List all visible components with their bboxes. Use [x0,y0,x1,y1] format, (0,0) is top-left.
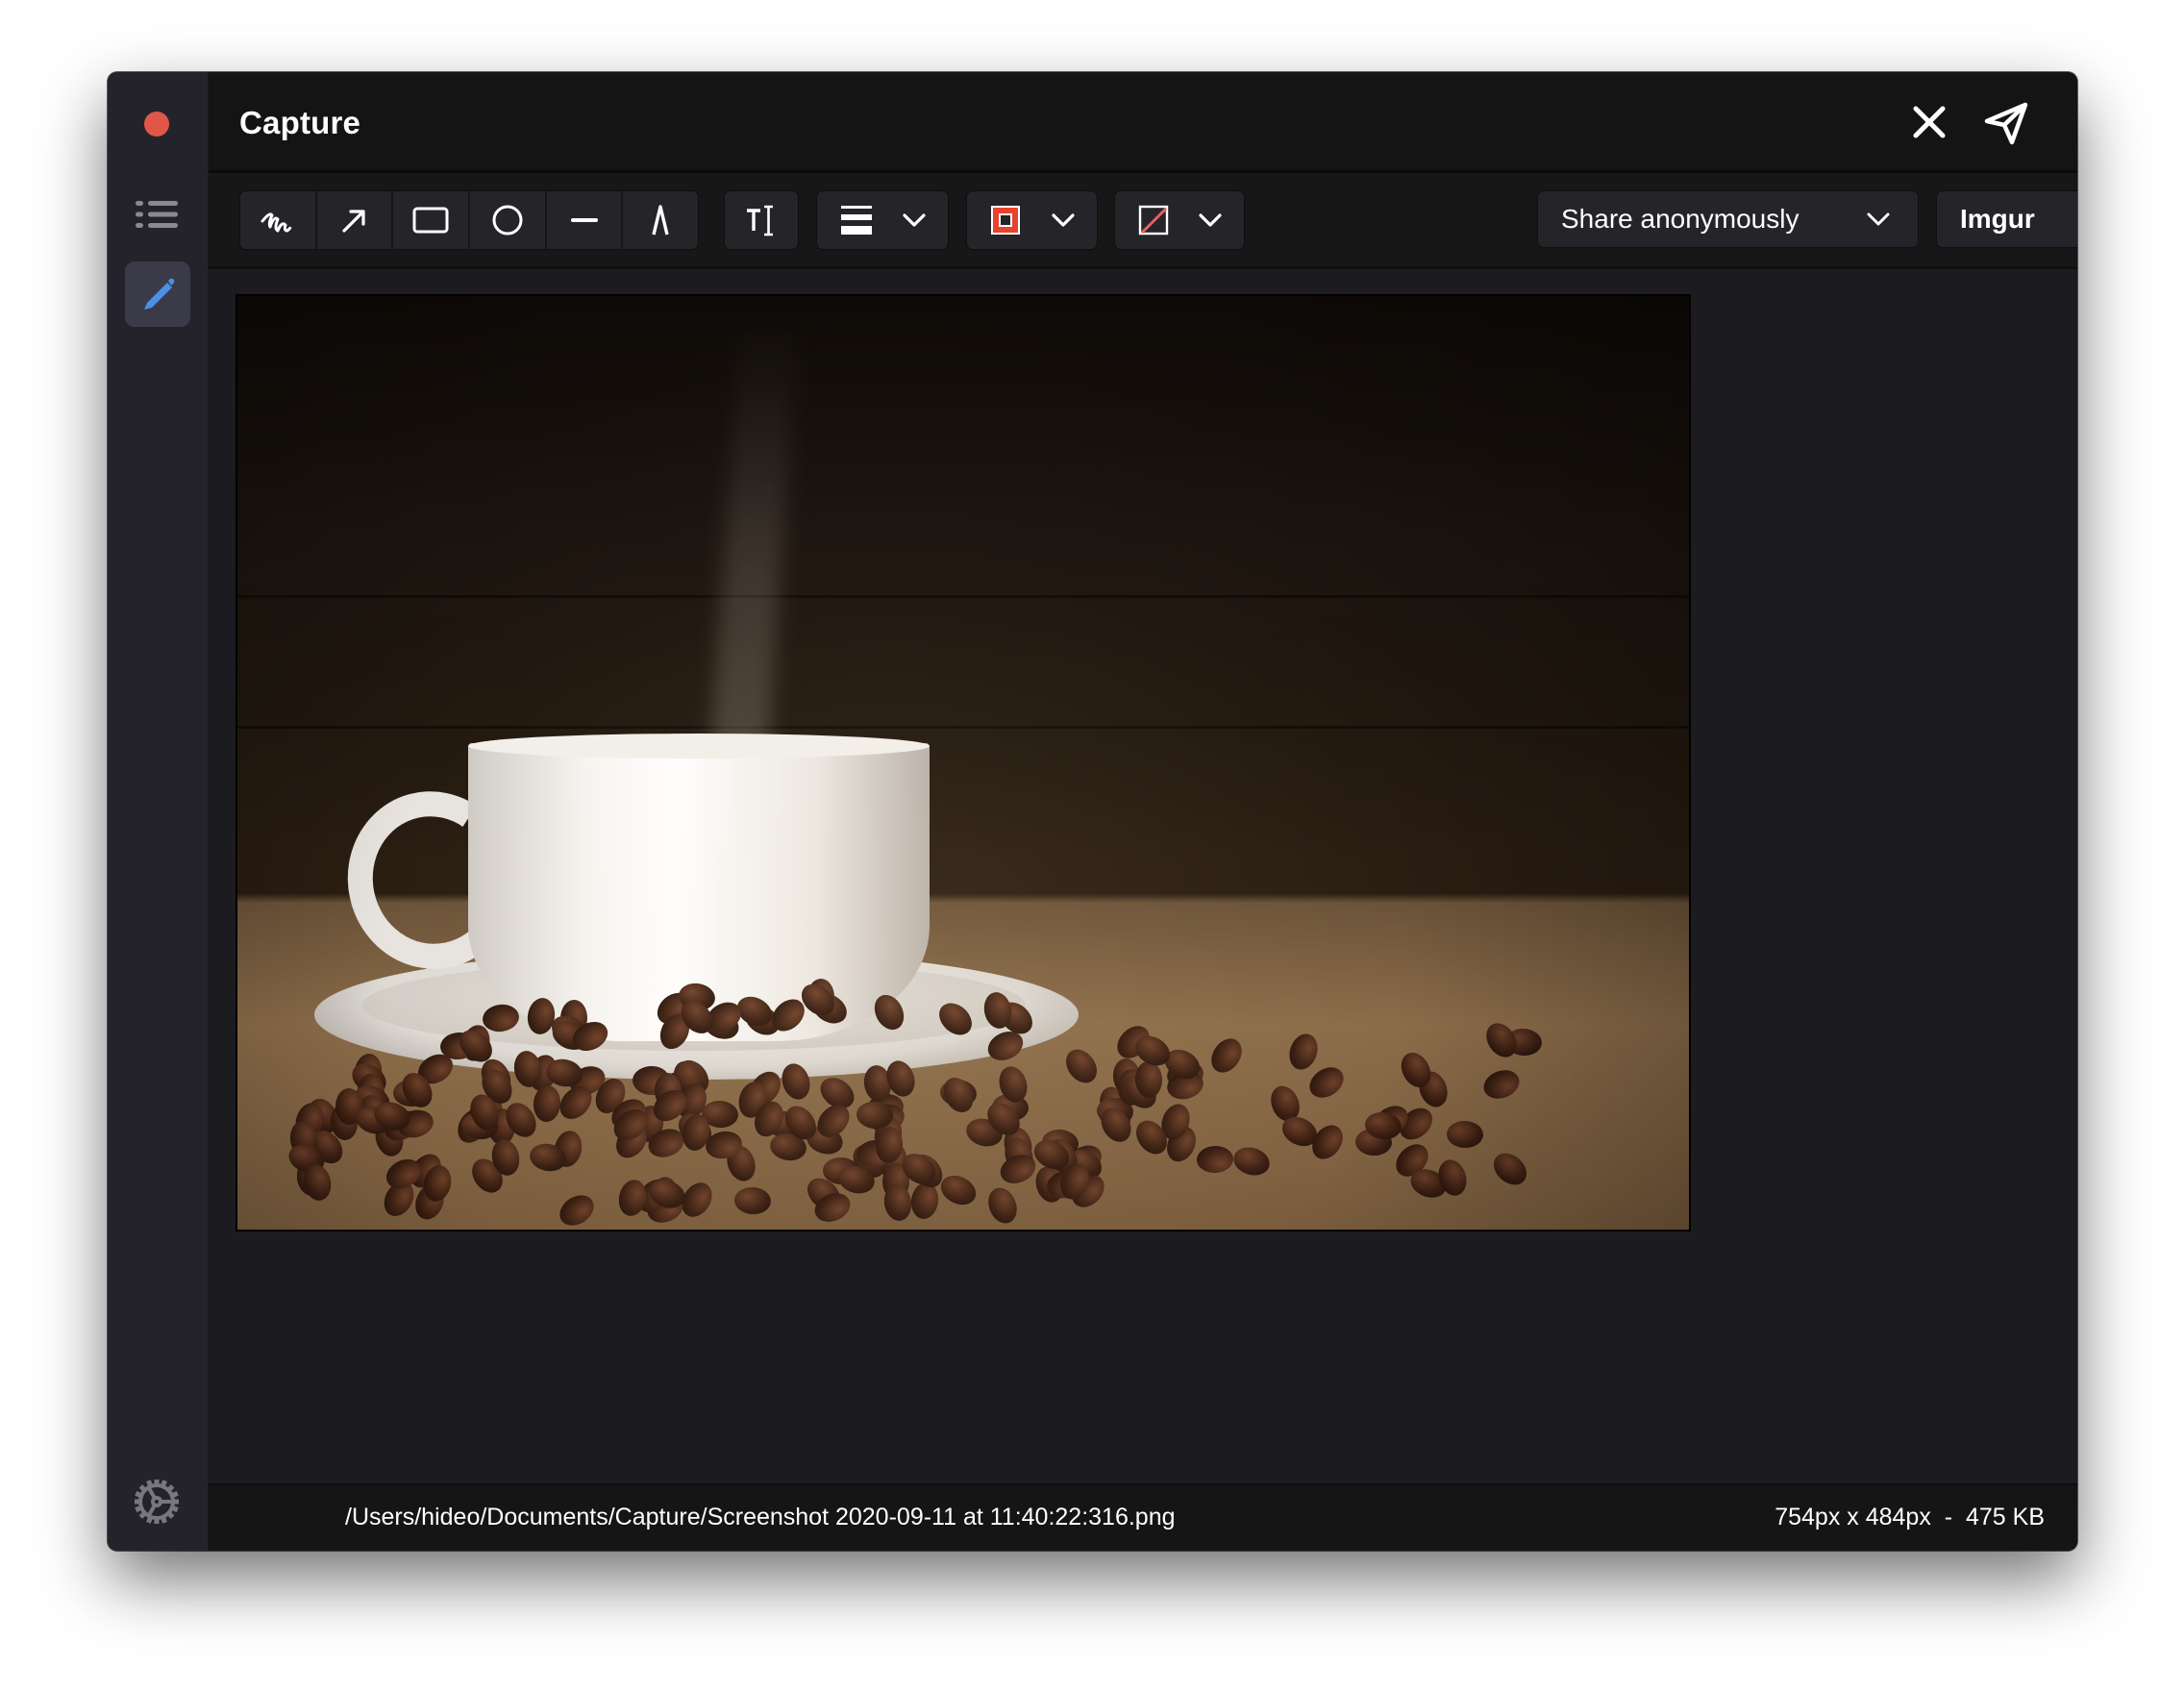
close-icon [1913,106,1946,138]
arrow-icon [341,210,365,233]
share-mode-value: Share anonymously [1561,204,1799,234]
chevron-down-icon [1052,213,1075,227]
rectangle-icon [412,207,449,234]
window-close-dot[interactable] [144,112,169,137]
stroke-color-dropdown[interactable] [966,190,1098,250]
line-width-dropdown[interactable] [816,190,949,250]
stroke-color-icon [991,206,1020,235]
sidebar [108,72,209,1551]
drawing-tools-group [239,190,699,250]
circle-icon [492,205,523,236]
marker-icon [652,205,669,236]
file-path: /Users/hideo/Documents/Capture/Screensho… [345,1504,1176,1530]
capture-window: Capture Share anonymously Imgur /Users/h… [108,72,2077,1551]
share-button[interactable] [1983,100,2029,146]
destination-value: Imgur [1960,204,2035,234]
share-mode-select[interactable]: Share anonymously [1537,190,1919,248]
text-tool-icon [747,205,773,236]
chevron-down-icon [903,213,926,227]
sidebar-item-settings[interactable] [133,1478,181,1526]
text-tool-group [724,190,799,250]
fill-color-button[interactable] [1115,191,1244,249]
pencil-icon [144,278,175,310]
tool-line[interactable] [547,191,624,249]
editor-canvas[interactable] [209,269,2077,1483]
status-bar: /Users/hideo/Documents/Capture/Screensho… [209,1483,2077,1551]
file-size: 475 KB [1965,1504,2045,1530]
destination-select[interactable]: Imgur [1936,190,2077,248]
scribble-icon [261,212,291,233]
tool-arrow[interactable] [317,191,394,249]
image-info: 754px x 484px - 475 KB [1774,1504,2045,1531]
tool-ellipse[interactable] [470,191,547,249]
line-icon [570,218,598,222]
tool-highlighter[interactable] [623,191,698,249]
send-icon [1984,102,2028,145]
line-width-icon [841,206,872,235]
line-width-button[interactable] [817,191,948,249]
title-bar: Capture [209,72,2077,173]
fill-color-icon [1138,205,1169,236]
info-separator: - [1944,1504,1953,1530]
gear-icon [135,1480,179,1524]
tool-rectangle[interactable] [393,191,471,249]
annotation-toolbar: Share anonymously Imgur [209,173,2077,269]
fill-color-dropdown[interactable] [1114,190,1245,250]
discard-button[interactable] [1910,103,1948,141]
tool-text[interactable] [725,191,798,249]
image-dimensions: 754px x 484px [1774,1504,1931,1530]
chevron-down-icon [1867,212,1890,226]
photo-vignette [237,296,1689,1230]
sidebar-item-edit[interactable] [125,261,190,327]
sidebar-item-history[interactable] [136,201,178,228]
window-title: Capture [239,105,361,140]
list-icon [136,201,178,228]
tool-freehand[interactable] [240,191,317,249]
stroke-color-button[interactable] [967,191,1097,249]
chevron-down-icon [1199,213,1222,227]
screenshot-image[interactable] [236,294,1691,1232]
